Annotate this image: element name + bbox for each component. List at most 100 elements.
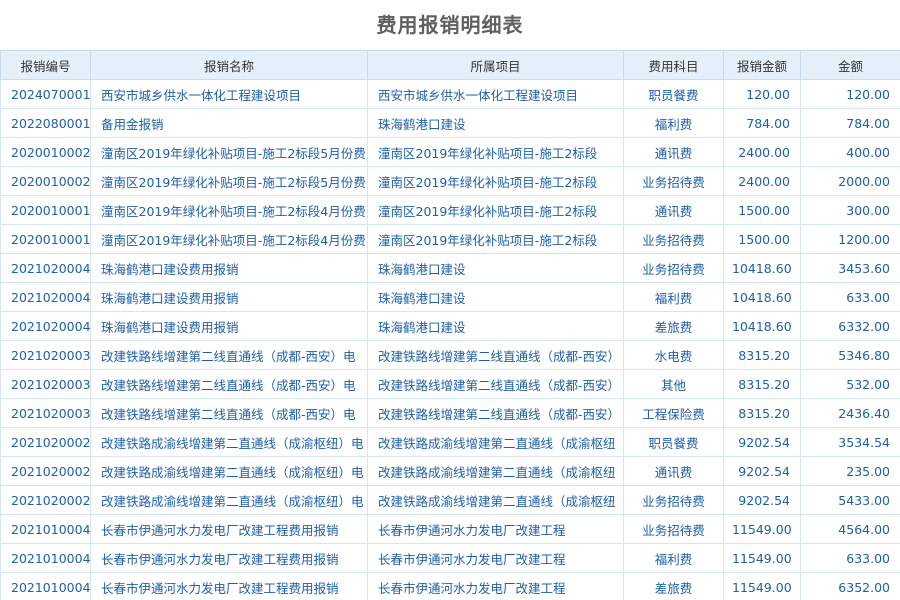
- report-no-cell: 2020010002: [0, 166, 91, 196]
- report-no-cell: 2021010004: [0, 514, 91, 544]
- report-name-cell: 西安市城乡供水一体化工程建设项目: [90, 79, 368, 109]
- table-header: 报销编号 报销名称 所属项目 费用科目 报销金额 金额: [0, 50, 900, 80]
- amount-cell: 400.00: [800, 137, 900, 167]
- report-amount-cell: 2400.00: [723, 137, 801, 167]
- report-name-cell: 改建铁路线增建第二线直通线（成都-西安）电: [90, 369, 368, 399]
- expense-table: 报销编号 报销名称 所属项目 费用科目 报销金额 金额 2024070001 西安…: [0, 50, 900, 600]
- amount-cell: 3534.54: [800, 427, 900, 457]
- amount-cell: 5433.00: [800, 485, 900, 515]
- report-no-cell: 2021020004: [0, 311, 91, 341]
- project-cell: 改建铁路成渝线增建第二直通线（成渝枢纽: [367, 456, 624, 486]
- report-name-cell: 长春市伊通河水力发电厂改建工程费用报销: [90, 514, 368, 544]
- column-header-report-no[interactable]: 报销编号: [0, 50, 91, 80]
- expense-category-cell: 业务招待费: [623, 514, 724, 544]
- report-no-cell: 2021020003: [0, 398, 91, 428]
- amount-cell: 633.00: [800, 543, 900, 573]
- table-row[interactable]: 2024070001 西安市城乡供水一体化工程建设项目 西安市城乡供水一体化工程建设…: [0, 79, 900, 109]
- expense-report-page: 费用报销明细表 报销编号 报销名称 所属项目 费用科目 报销金额 金额 2024…: [0, 0, 900, 600]
- expense-category-cell: 职员餐费: [623, 79, 724, 109]
- amount-cell: 235.00: [800, 456, 900, 486]
- report-amount-cell: 784.00: [723, 108, 801, 138]
- report-no-cell: 2020010001: [0, 224, 91, 254]
- report-name-cell: 潼南区2019年绿化补贴项目-施工2标段5月份费: [90, 166, 368, 196]
- report-amount-cell: 9202.54: [723, 427, 801, 457]
- report-amount-cell: 1500.00: [723, 224, 801, 254]
- project-cell: 改建铁路成渝线增建第二直通线（成渝枢纽: [367, 485, 624, 515]
- expense-category-cell: 差旅费: [623, 572, 724, 600]
- report-amount-cell: 8315.20: [723, 340, 801, 370]
- project-cell: 珠海鹤港口建设: [367, 311, 624, 341]
- expense-category-cell: 通讯费: [623, 456, 724, 486]
- report-no-cell: 2021020002: [0, 485, 91, 515]
- page-title: 费用报销明细表: [376, 13, 524, 37]
- table-row[interactable]: 2020010002 潼南区2019年绿化补贴项目-施工2标段5月份费 潼南区201…: [0, 137, 900, 167]
- project-cell: 潼南区2019年绿化补贴项目-施工2标段: [367, 166, 624, 196]
- table-row[interactable]: 2021020003 改建铁路线增建第二线直通线（成都-西安）电 改建铁路线增建第二…: [0, 340, 900, 370]
- report-amount-cell: 9202.54: [723, 485, 801, 515]
- project-cell: 珠海鹤港口建设: [367, 282, 624, 312]
- report-no-cell: 2021020002: [0, 427, 91, 457]
- project-cell: 长春市伊通河水力发电厂改建工程: [367, 572, 624, 600]
- report-amount-cell: 8315.20: [723, 398, 801, 428]
- report-no-cell: 2021020003: [0, 369, 91, 399]
- amount-cell: 6352.00: [800, 572, 900, 600]
- report-amount-cell: 11549.00: [723, 543, 801, 573]
- table-row[interactable]: 2021010004 长春市伊通河水力发电厂改建工程费用报销 长春市伊通河水力发电厂…: [0, 572, 900, 600]
- project-cell: 长春市伊通河水力发电厂改建工程: [367, 514, 624, 544]
- amount-cell: 784.00: [800, 108, 900, 138]
- project-cell: 长春市伊通河水力发电厂改建工程: [367, 543, 624, 573]
- amount-cell: 1200.00: [800, 224, 900, 254]
- column-header-report-amount[interactable]: 报销金额: [723, 50, 801, 80]
- expense-category-cell: 福利费: [623, 543, 724, 573]
- report-name-cell: 改建铁路线增建第二线直通线（成都-西安）电: [90, 398, 368, 428]
- expense-category-cell: 业务招待费: [623, 166, 724, 196]
- table-row[interactable]: 2021020004 珠海鹤港口建设费用报销 珠海鹤港口建设 差旅费 10418.60 6…: [0, 311, 900, 341]
- table-row[interactable]: 2021020003 改建铁路线增建第二线直通线（成都-西安）电 改建铁路线增建第二…: [0, 369, 900, 399]
- column-header-expense-category[interactable]: 费用科目: [623, 50, 724, 80]
- amount-cell: 5346.80: [800, 340, 900, 370]
- report-no-cell: 2020010001: [0, 195, 91, 225]
- amount-cell: 633.00: [800, 282, 900, 312]
- project-cell: 珠海鹤港口建设: [367, 108, 624, 138]
- expense-category-cell: 福利费: [623, 282, 724, 312]
- expense-category-cell: 工程保险费: [623, 398, 724, 428]
- report-name-cell: 改建铁路成渝线增建第二直通线（成渝枢纽）电: [90, 427, 368, 457]
- project-cell: 改建铁路线增建第二线直通线（成都-西安）: [367, 369, 624, 399]
- amount-cell: 3453.60: [800, 253, 900, 283]
- table-row[interactable]: 2022080001 备用金报销 珠海鹤港口建设 福利费 784.00 784.00: [0, 108, 900, 138]
- project-cell: 潼南区2019年绿化补贴项目-施工2标段: [367, 195, 624, 225]
- column-header-report-name[interactable]: 报销名称: [90, 50, 368, 80]
- table-row[interactable]: 2021020004 珠海鹤港口建设费用报销 珠海鹤港口建设 业务招待费 10418.6…: [0, 253, 900, 283]
- table-row[interactable]: 2021020003 改建铁路线增建第二线直通线（成都-西安）电 改建铁路线增建第二…: [0, 398, 900, 428]
- report-name-cell: 改建铁路成渝线增建第二直通线（成渝枢纽）电: [90, 456, 368, 486]
- report-amount-cell: 10418.60: [723, 311, 801, 341]
- report-name-cell: 珠海鹤港口建设费用报销: [90, 311, 368, 341]
- table-row[interactable]: 2021020002 改建铁路成渝线增建第二直通线（成渝枢纽）电 改建铁路成渝线增建…: [0, 427, 900, 457]
- expense-category-cell: 通讯费: [623, 195, 724, 225]
- report-name-cell: 长春市伊通河水力发电厂改建工程费用报销: [90, 543, 368, 573]
- expense-category-cell: 业务招待费: [623, 224, 724, 254]
- table-row[interactable]: 2020010001 潼南区2019年绿化补贴项目-施工2标段4月份费 潼南区201…: [0, 195, 900, 225]
- table-row[interactable]: 2021020004 珠海鹤港口建设费用报销 珠海鹤港口建设 福利费 10418.60 6…: [0, 282, 900, 312]
- amount-cell: 300.00: [800, 195, 900, 225]
- column-header-project[interactable]: 所属项目: [367, 50, 624, 80]
- table-row[interactable]: 2021020002 改建铁路成渝线增建第二直通线（成渝枢纽）电 改建铁路成渝线增建…: [0, 485, 900, 515]
- table-row[interactable]: 2021010004 长春市伊通河水力发电厂改建工程费用报销 长春市伊通河水力发电厂…: [0, 543, 900, 573]
- report-no-cell: 2022080001: [0, 108, 91, 138]
- column-header-amount[interactable]: 金额: [800, 50, 900, 80]
- report-name-cell: 潼南区2019年绿化补贴项目-施工2标段5月份费: [90, 137, 368, 167]
- report-amount-cell: 8315.20: [723, 369, 801, 399]
- report-no-cell: 2021020004: [0, 253, 91, 283]
- report-no-cell: 2021020002: [0, 456, 91, 486]
- table-row[interactable]: 2020010001 潼南区2019年绿化补贴项目-施工2标段4月份费 潼南区201…: [0, 224, 900, 254]
- table-row[interactable]: 2020010002 潼南区2019年绿化补贴项目-施工2标段5月份费 潼南区201…: [0, 166, 900, 196]
- project-cell: 改建铁路线增建第二线直通线（成都-西安）: [367, 398, 624, 428]
- expense-category-cell: 通讯费: [623, 137, 724, 167]
- report-amount-cell: 11549.00: [723, 572, 801, 600]
- table-row[interactable]: 2021010004 长春市伊通河水力发电厂改建工程费用报销 长春市伊通河水力发电厂…: [0, 514, 900, 544]
- expense-category-cell: 职员餐费: [623, 427, 724, 457]
- table-row[interactable]: 2021020002 改建铁路成渝线增建第二直通线（成渝枢纽）电 改建铁路成渝线增建…: [0, 456, 900, 486]
- amount-cell: 2436.40: [800, 398, 900, 428]
- project-cell: 改建铁路线增建第二线直通线（成都-西安）: [367, 340, 624, 370]
- report-no-cell: 2021010004: [0, 572, 91, 600]
